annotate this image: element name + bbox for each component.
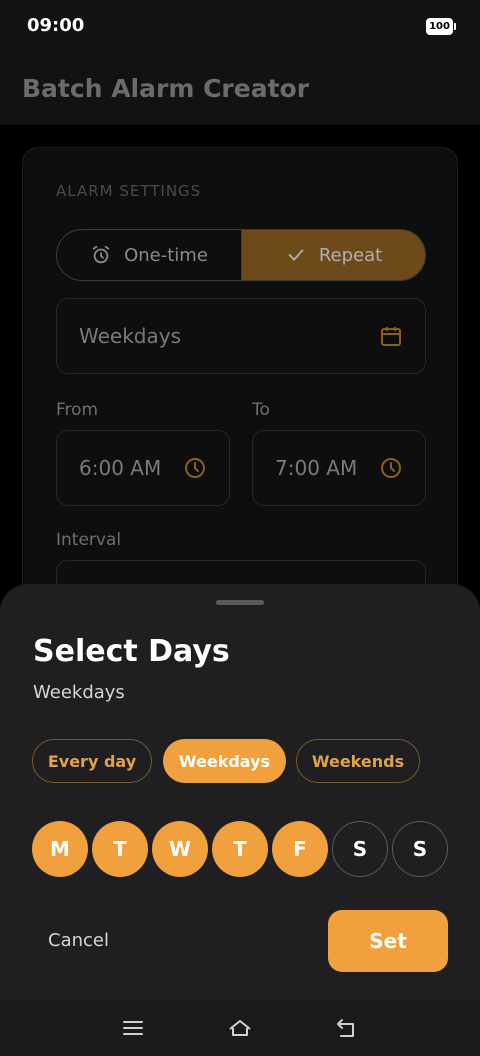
app-bar: Batch Alarm Creator (0, 52, 480, 125)
drag-handle[interactable] (216, 600, 264, 605)
status-bar: 09:00 100 (0, 0, 480, 52)
sheet-title: Select Days (33, 634, 230, 669)
preset-chip-weekdays[interactable]: Weekdays (163, 739, 286, 783)
app-title: Batch Alarm Creator (22, 74, 310, 103)
interval-label: Interval (56, 530, 122, 550)
day-toggle-sunday[interactable]: S (392, 821, 448, 877)
cancel-button[interactable]: Cancel (48, 930, 109, 951)
preset-chip-weekends[interactable]: Weekends (296, 739, 420, 783)
day-toggle-wednesday[interactable]: W (152, 821, 208, 877)
battery-icon: 100 (426, 18, 456, 35)
select-days-sheet: Select Days Weekdays Every day Weekdays … (0, 584, 480, 1000)
days-field-value: Weekdays (79, 324, 182, 348)
from-time-field[interactable]: 6:00 AM (56, 430, 230, 506)
day-toggle-thursday[interactable]: T (212, 821, 268, 877)
repeat-button[interactable]: Repeat (241, 230, 425, 280)
back-icon[interactable] (335, 1016, 359, 1040)
to-time-value: 7:00 AM (275, 456, 358, 480)
mode-toggle: One-time Repeat (56, 229, 426, 281)
from-label: From (56, 400, 99, 420)
day-toggle-saturday[interactable]: S (332, 821, 388, 877)
alarm-clock-icon (92, 245, 110, 264)
one-time-button[interactable]: One-time (57, 230, 241, 280)
home-icon[interactable] (228, 1016, 252, 1040)
one-time-label: One-time (124, 244, 208, 266)
check-icon (288, 249, 304, 261)
system-nav-bar (0, 1000, 480, 1056)
to-time-field[interactable]: 7:00 AM (252, 430, 426, 506)
days-field[interactable]: Weekdays (56, 298, 426, 374)
sheet-subtitle: Weekdays (33, 682, 125, 703)
day-toggle-tuesday[interactable]: T (92, 821, 148, 877)
repeat-label: Repeat (318, 244, 383, 266)
set-button[interactable]: Set (328, 910, 448, 972)
calendar-icon[interactable] (379, 324, 403, 348)
menu-icon[interactable] (121, 1016, 145, 1040)
from-time-value: 6:00 AM (79, 456, 162, 480)
section-label: ALARM SETTINGS (56, 182, 202, 200)
clock-icon (381, 458, 401, 478)
status-time: 09:00 (27, 15, 85, 36)
preset-chip-every-day[interactable]: Every day (32, 739, 152, 783)
day-toggle-monday[interactable]: M (32, 821, 88, 877)
day-toggle-friday[interactable]: F (272, 821, 328, 877)
to-label: To (252, 400, 270, 420)
clock-icon (185, 458, 205, 478)
